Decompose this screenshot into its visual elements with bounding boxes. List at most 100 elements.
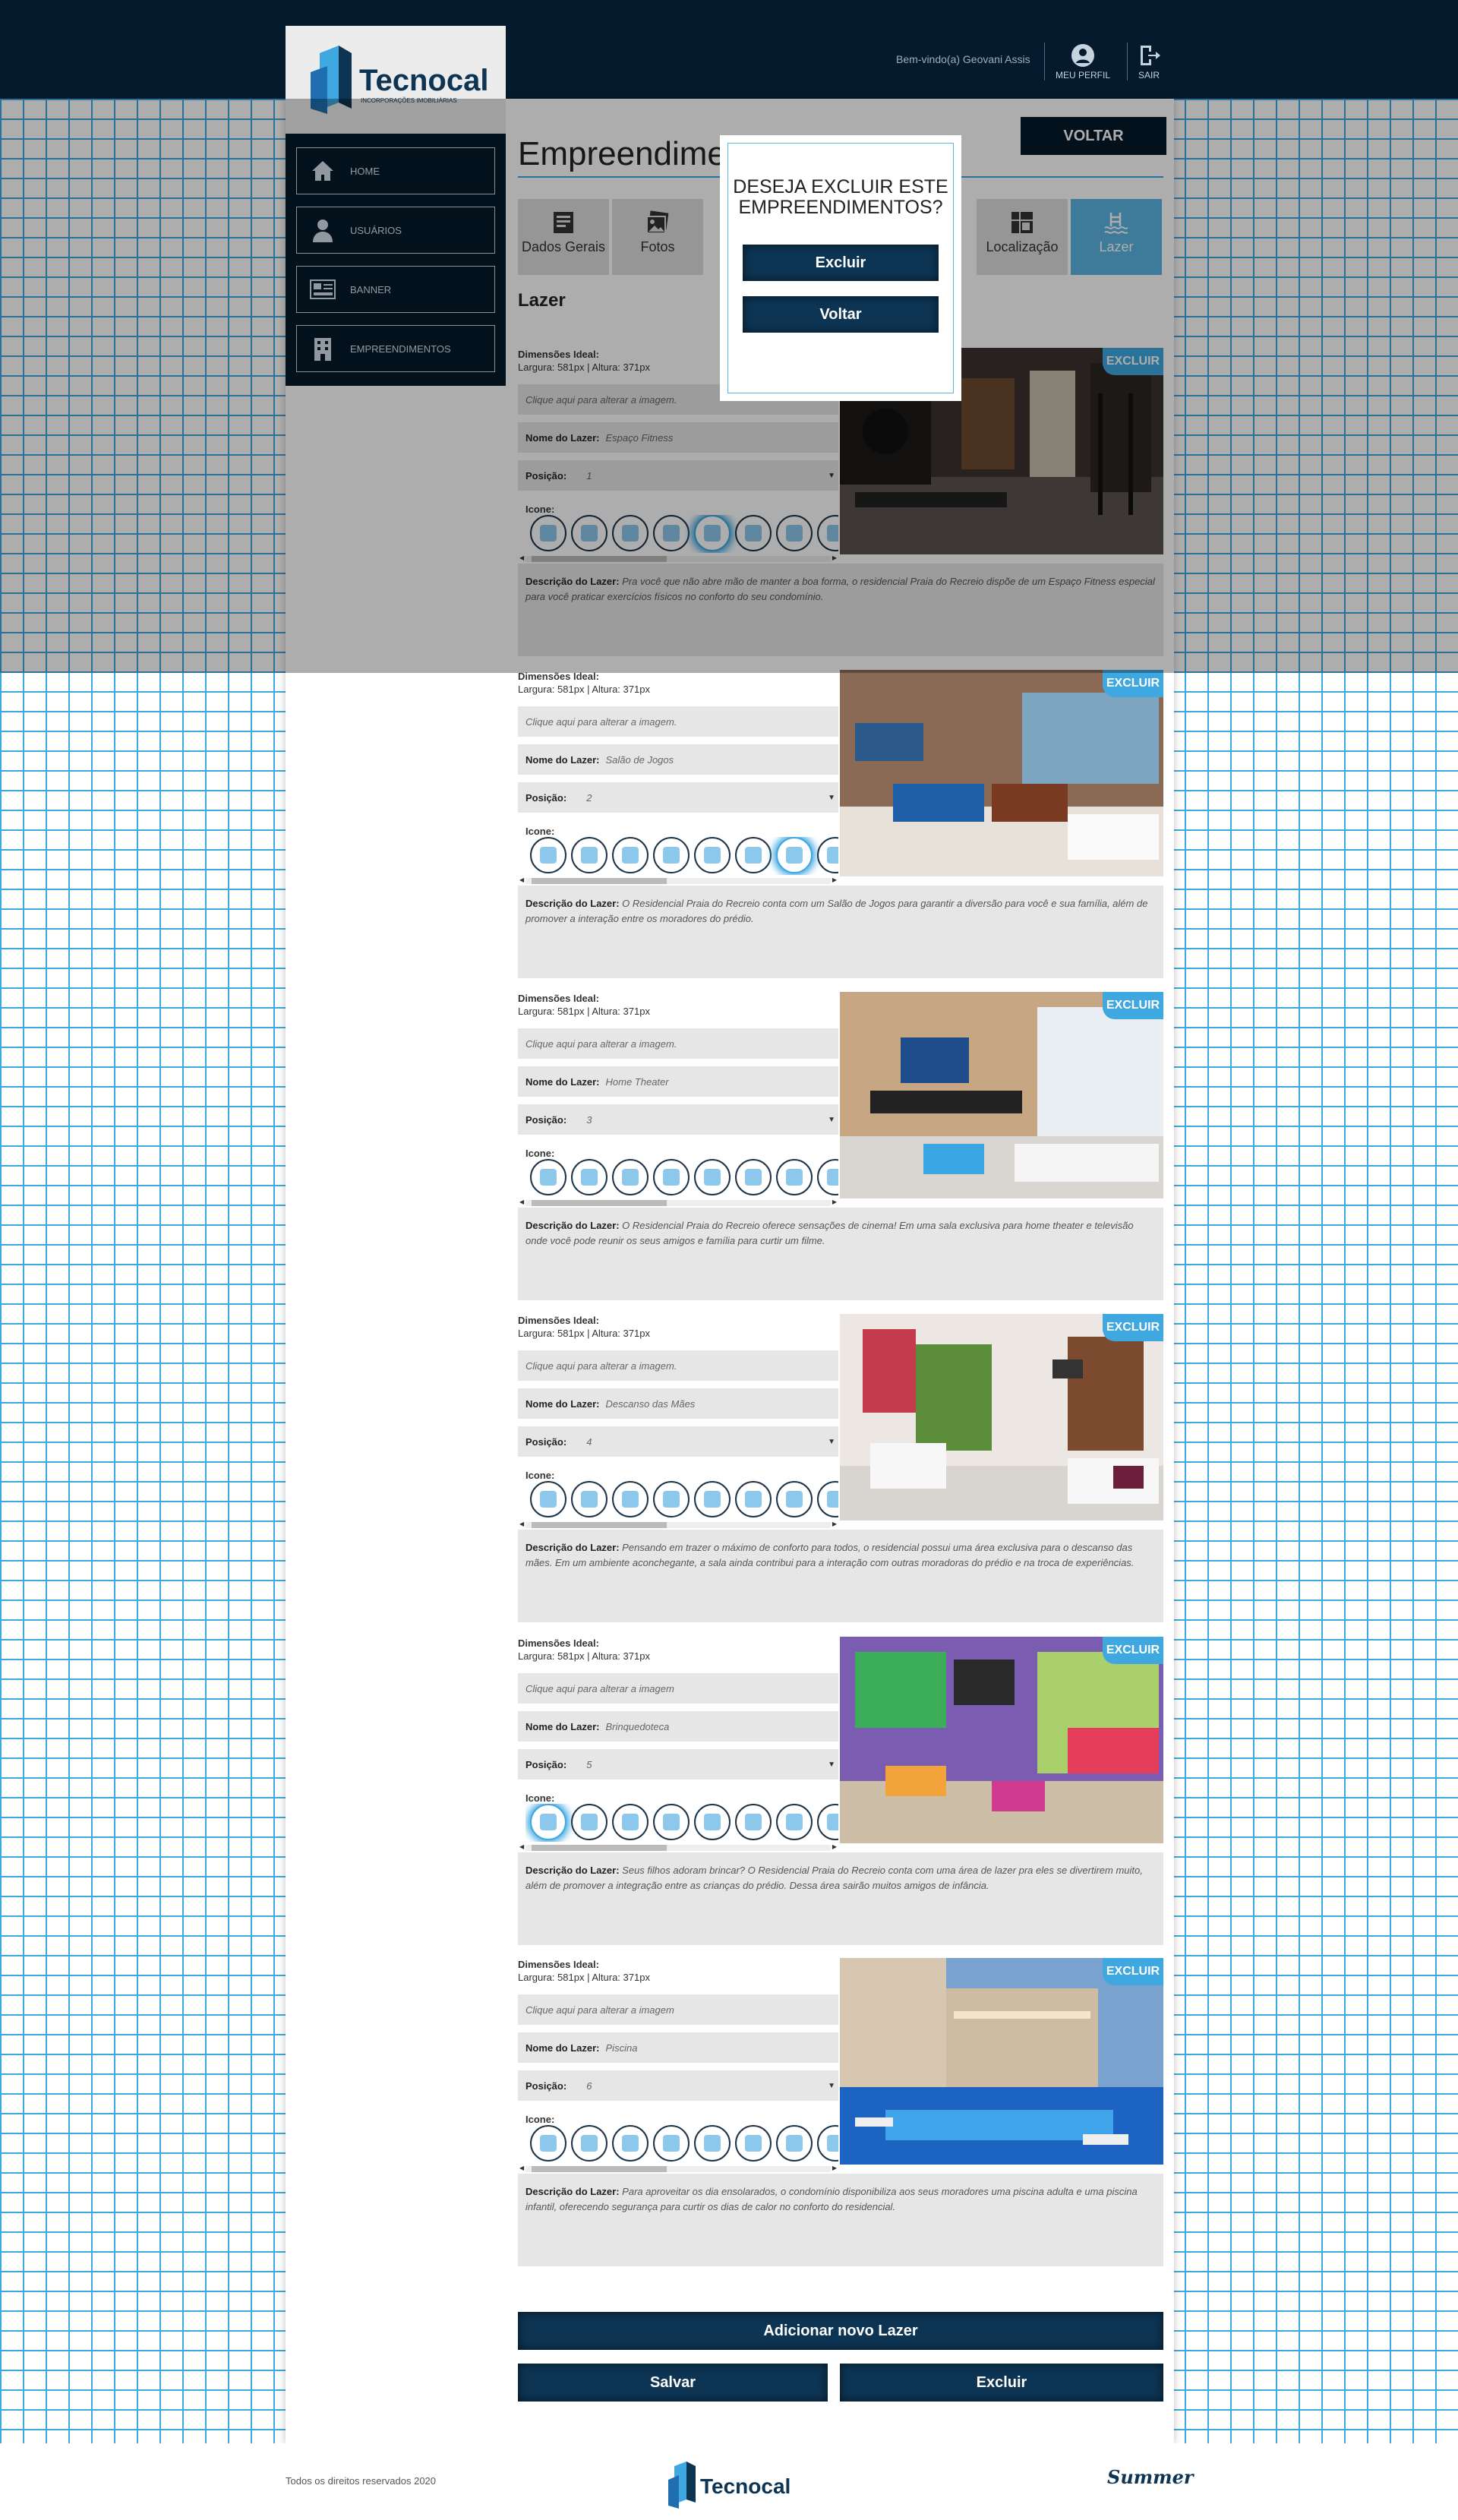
lazer-photo[interactable]: EXCLUIR	[840, 1314, 1163, 1521]
dialog-cancel-button[interactable]: Voltar	[743, 296, 939, 333]
lazer-icon-option[interactable]	[571, 837, 608, 873]
image-upload-field[interactable]: Clique aqui para alterar a imagem.	[518, 1028, 838, 1059]
lazer-icon-option[interactable]	[653, 1481, 690, 1517]
delete-item-button[interactable]: EXCLUIR	[1103, 1958, 1163, 1985]
lazer-icon-option[interactable]	[530, 1481, 566, 1517]
scroll-right-icon[interactable]: ▶	[832, 1198, 837, 1205]
icon-scrollbar[interactable]: ◀ ▶	[518, 1197, 838, 1208]
lazer-icon-option[interactable]	[530, 837, 566, 873]
image-upload-field[interactable]: Clique aqui para alterar a imagem	[518, 1994, 838, 2025]
lazer-icon-option[interactable]	[694, 1481, 731, 1517]
scroll-thumb[interactable]	[532, 2166, 667, 2172]
lazer-icon-option[interactable]	[735, 1159, 772, 1195]
lazer-icon-option[interactable]	[653, 2125, 690, 2162]
icon-scrollbar[interactable]: ◀ ▶	[518, 1842, 838, 1852]
lazer-icon-option[interactable]	[776, 837, 813, 873]
lazer-icon-option[interactable]	[776, 1804, 813, 1840]
lazer-icon-option[interactable]	[776, 1481, 813, 1517]
lazer-icon-option[interactable]	[694, 1804, 731, 1840]
delete-button[interactable]: Excluir	[840, 2364, 1163, 2402]
position-select[interactable]: Posição: 6 ▼	[518, 2070, 838, 2101]
image-upload-field[interactable]: Clique aqui para alterar a imagem	[518, 1673, 838, 1704]
lazer-icon-option[interactable]	[612, 1159, 649, 1195]
lazer-icon-option[interactable]	[776, 2125, 813, 2162]
lazer-icon-option[interactable]	[735, 2125, 772, 2162]
icon-scrollbar[interactable]: ◀ ▶	[518, 1519, 838, 1530]
lazer-icon-option[interactable]	[817, 2125, 838, 2162]
lazer-icon-option[interactable]	[735, 1804, 772, 1840]
lazer-icon-option[interactable]	[653, 837, 690, 873]
lazer-icon-option[interactable]	[612, 2125, 649, 2162]
add-lazer-button[interactable]: Adicionar novo Lazer	[518, 2312, 1163, 2350]
lazer-photo[interactable]: EXCLUIR	[840, 992, 1163, 1198]
lazer-icon-option[interactable]	[694, 837, 731, 873]
scroll-left-icon[interactable]: ◀	[519, 1843, 524, 1850]
scroll-right-icon[interactable]: ▶	[832, 876, 837, 883]
lazer-icon-option[interactable]	[694, 1159, 731, 1195]
icon-scrollbar[interactable]: ◀ ▶	[518, 2163, 838, 2174]
scroll-left-icon[interactable]: ◀	[519, 2165, 524, 2171]
lazer-icon-option[interactable]	[571, 1481, 608, 1517]
scroll-left-icon[interactable]: ◀	[519, 1521, 524, 1527]
description-field[interactable]: Descrição do Lazer: Seus filhos adoram b…	[518, 1852, 1163, 1945]
lazer-icon-option[interactable]	[817, 1159, 838, 1195]
lazer-icon-option[interactable]	[653, 1159, 690, 1195]
delete-item-button[interactable]: EXCLUIR	[1103, 1314, 1163, 1341]
description-field[interactable]: Descrição do Lazer: Para aproveitar os d…	[518, 2174, 1163, 2266]
image-upload-field[interactable]: Clique aqui para alterar a imagem.	[518, 706, 838, 737]
lazer-icon-option[interactable]	[612, 837, 649, 873]
scroll-right-icon[interactable]: ▶	[832, 1843, 837, 1850]
lazer-photo[interactable]: EXCLUIR	[840, 1637, 1163, 1843]
lazer-icon-option[interactable]	[571, 2125, 608, 2162]
delete-item-button[interactable]: EXCLUIR	[1103, 992, 1163, 1019]
scroll-left-icon[interactable]: ◀	[519, 1198, 524, 1205]
delete-item-button[interactable]: EXCLUIR	[1103, 670, 1163, 697]
lazer-icon-option[interactable]	[612, 1481, 649, 1517]
position-select[interactable]: Posição: 5 ▼	[518, 1749, 838, 1779]
amenity-icon	[786, 1169, 803, 1186]
position-select[interactable]: Posição: 4 ▼	[518, 1426, 838, 1457]
lazer-icon-option[interactable]	[530, 2125, 566, 2162]
logout-button[interactable]: SAIR	[1136, 43, 1162, 81]
description-field[interactable]: Descrição do Lazer: O Residencial Praia …	[518, 886, 1163, 978]
scroll-thumb[interactable]	[532, 878, 667, 884]
scroll-left-icon[interactable]: ◀	[519, 876, 524, 883]
lazer-icon-option[interactable]	[530, 1804, 566, 1840]
lazer-icon-option[interactable]	[817, 837, 838, 873]
profile-button[interactable]: MEU PERFIL	[1056, 43, 1110, 81]
scroll-right-icon[interactable]: ▶	[832, 1521, 837, 1527]
lazer-icon-option[interactable]	[694, 2125, 731, 2162]
scroll-thumb[interactable]	[532, 1200, 667, 1206]
amenity-icon	[786, 847, 803, 864]
scroll-thumb[interactable]	[532, 1845, 667, 1851]
description-field[interactable]: Descrição do Lazer: O Residencial Praia …	[518, 1208, 1163, 1300]
name-field[interactable]: Nome do Lazer: Descanso das Mães	[518, 1388, 838, 1419]
name-field[interactable]: Nome do Lazer: Brinquedoteca	[518, 1711, 838, 1742]
name-field[interactable]: Nome do Lazer: Salão de Jogos	[518, 744, 838, 775]
save-button[interactable]: Salvar	[518, 2364, 828, 2402]
scroll-thumb[interactable]	[532, 1522, 667, 1528]
lazer-icon-option[interactable]	[530, 1159, 566, 1195]
lazer-icon-option[interactable]	[735, 1481, 772, 1517]
lazer-icon-option[interactable]	[735, 837, 772, 873]
lazer-icon-option[interactable]	[776, 1159, 813, 1195]
scroll-right-icon[interactable]: ▶	[832, 2165, 837, 2171]
name-field[interactable]: Nome do Lazer: Home Theater	[518, 1066, 838, 1097]
icon-scrollbar[interactable]: ◀ ▶	[518, 875, 838, 886]
description-field[interactable]: Descrição do Lazer: Pensando em trazer o…	[518, 1530, 1163, 1622]
name-field[interactable]: Nome do Lazer: Piscina	[518, 2032, 838, 2063]
position-select[interactable]: Posição: 2 ▼	[518, 782, 838, 813]
lazer-icon-option[interactable]	[571, 1804, 608, 1840]
lazer-icon-option[interactable]	[817, 1804, 838, 1840]
lazer-icon-option[interactable]	[612, 1804, 649, 1840]
image-upload-field[interactable]: Clique aqui para alterar a imagem.	[518, 1350, 838, 1381]
lazer-icon-option[interactable]	[653, 1804, 690, 1840]
delete-item-button[interactable]: EXCLUIR	[1103, 1637, 1163, 1664]
summer-logo[interactable]: Summer	[1107, 2466, 1193, 2488]
lazer-photo[interactable]: EXCLUIR	[840, 1958, 1163, 2165]
lazer-photo[interactable]: EXCLUIR	[840, 670, 1163, 876]
lazer-icon-option[interactable]	[571, 1159, 608, 1195]
position-select[interactable]: Posição: 3 ▼	[518, 1104, 838, 1135]
lazer-icon-option[interactable]	[817, 1481, 838, 1517]
dialog-confirm-button[interactable]: Excluir	[743, 245, 939, 281]
